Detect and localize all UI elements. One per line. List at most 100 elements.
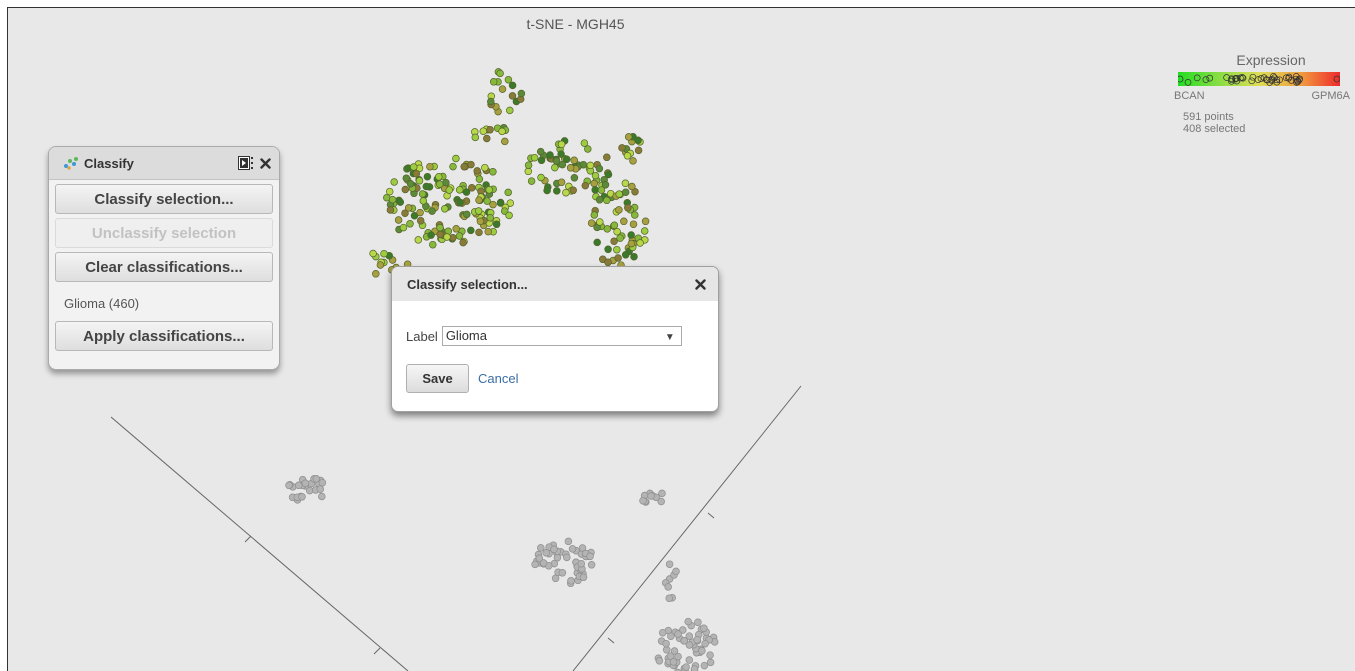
data-point [369,249,377,258]
data-point [422,182,431,191]
data-point [486,214,494,222]
data-point [475,196,483,204]
data-point [624,133,633,141]
data-point [685,656,694,664]
data-point [698,647,706,655]
data-point [505,211,513,220]
label-field-label: Label [406,328,438,344]
data-point [577,559,586,568]
data-point [436,223,444,232]
data-point [316,485,325,493]
data-point [546,151,554,159]
data-point [543,186,551,195]
data-point [658,628,667,637]
data-point [557,140,566,149]
data-point [596,218,604,226]
unclassify-selection-button: Unclassify selection [55,218,273,248]
data-point [590,211,599,219]
data-point [485,186,493,194]
data-point [483,134,491,143]
data-point [595,196,604,204]
data-point [504,75,513,84]
expand-icon[interactable] [238,156,254,170]
data-point [418,190,427,198]
legend-dot [1248,77,1256,85]
data-point [693,636,701,644]
legend-dot [1193,74,1201,82]
data-point [690,665,699,671]
data-point [628,182,636,191]
close-icon[interactable] [260,157,271,169]
data-point [385,187,394,196]
data-point [604,170,613,179]
data-point [462,188,471,196]
data-point [463,210,471,219]
data-point [449,162,457,171]
data-point [467,226,475,235]
data-point [445,186,454,194]
data-point [530,153,539,162]
data-point [452,154,460,163]
data-point [604,258,612,267]
axis-tick [707,512,715,519]
data-point [539,559,548,567]
data-point [481,163,489,172]
data-point [390,178,398,186]
legend-dot [1178,75,1184,83]
data-point [647,492,655,500]
classification-item-glioma[interactable]: Glioma (460) [64,296,279,311]
data-point [496,199,505,207]
clear-classifications-button[interactable]: Clear classifications... [55,252,273,282]
plot-title: t-SNE - MGH45 [526,16,625,32]
chevron-down-icon: ▼ [664,332,675,343]
legend-dot [1202,76,1210,83]
data-point [498,127,506,136]
data-point [419,197,428,205]
data-point [409,163,418,171]
data-point [672,567,680,576]
data-point [563,553,571,562]
data-point [487,97,495,106]
data-point [406,220,414,228]
data-point [476,217,485,226]
data-point [634,136,642,145]
save-button[interactable]: Save [406,364,469,393]
data-point [629,220,638,228]
data-point [318,492,326,501]
data-point [621,188,630,196]
data-point [536,147,545,156]
data-point [435,180,444,188]
data-point [498,85,507,93]
classify-scatter-icon [63,156,79,170]
data-point [524,161,533,169]
close-icon[interactable] [695,278,706,290]
data-point [564,537,573,546]
data-point [550,545,558,554]
data-point [436,230,444,239]
data-point [665,594,673,602]
data-point [657,497,665,506]
cancel-link[interactable]: Cancel [478,371,518,386]
classify-panel-header[interactable]: Classify [49,147,279,180]
data-point [630,252,638,261]
data-point [401,185,410,194]
data-point [586,552,594,561]
data-point [551,163,559,172]
data-point [667,632,675,640]
label-select[interactable]: Glioma ▼ [441,326,682,346]
data-point [567,577,575,585]
apply-classifications-button[interactable]: Apply classifications... [55,321,273,351]
data-point [558,569,567,577]
plot-area[interactable]: t-SNE - MGH45 Expression BCAN GPM6A 591 … [7,7,1355,671]
data-point [700,624,708,633]
data-point [706,651,714,659]
data-point [604,245,612,254]
classify-selection-button[interactable]: Classify selection... [55,184,273,214]
data-point [590,179,598,188]
data-point [537,544,545,552]
data-point [662,639,670,648]
data-point [615,190,623,198]
expression-legend: Expression BCAN GPM6A 591 points 408 sel… [1174,52,1350,135]
data-point [460,162,468,171]
data-point [615,206,623,214]
